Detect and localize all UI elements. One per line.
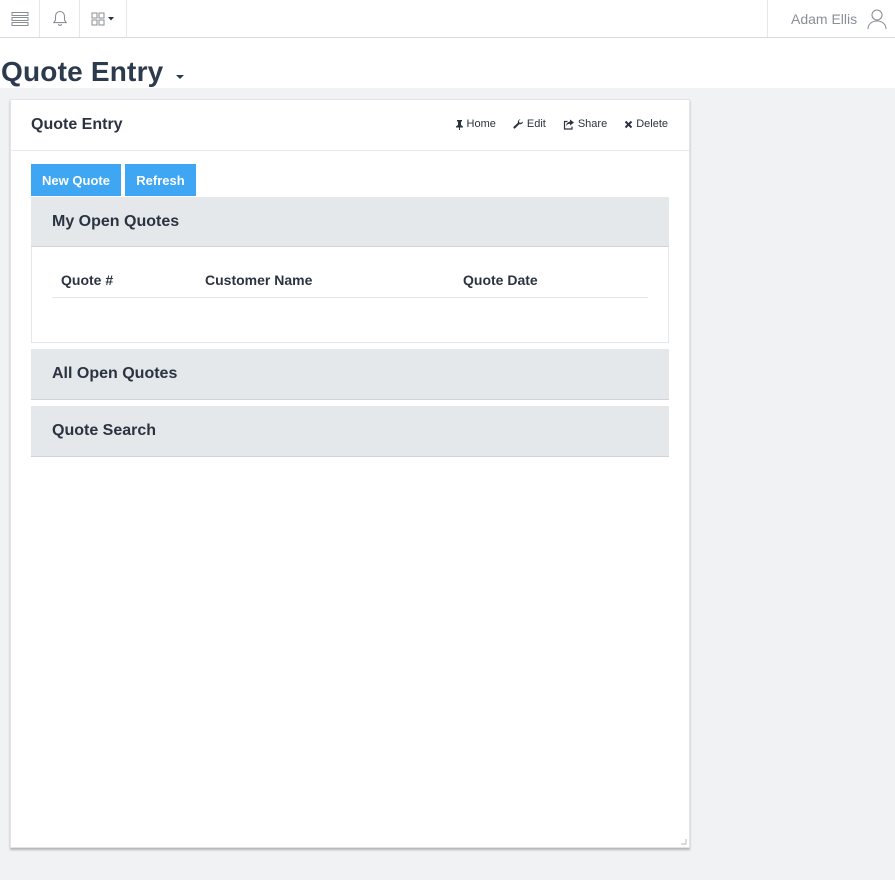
- quotes-table-header: Quote # Customer Name Quote Date: [52, 247, 648, 298]
- user-menu[interactable]: Adam Ellis: [767, 0, 895, 37]
- edit-action-label: Edit: [526, 118, 546, 130]
- column-customer-name[interactable]: Customer Name: [205, 272, 312, 288]
- page-title: Quote Entry: [1, 56, 164, 87]
- user-icon: [867, 8, 887, 29]
- apps-menu-button[interactable]: [80, 0, 127, 37]
- user-name: Adam Ellis: [791, 10, 858, 27]
- notifications-button[interactable]: [40, 0, 80, 37]
- pin-icon: [455, 119, 463, 130]
- delete-action[interactable]: Delete: [624, 118, 668, 130]
- my-open-quotes-header[interactable]: My Open Quotes: [31, 197, 669, 247]
- new-quote-button[interactable]: New Quote: [31, 164, 121, 196]
- my-open-quotes-body: Quote # Customer Name Quote Date: [31, 247, 669, 343]
- top-bar: Adam Ellis: [0, 0, 895, 38]
- all-open-quotes-title: All Open Quotes: [52, 365, 178, 382]
- caret-down-icon[interactable]: [175, 72, 185, 80]
- resize-grip-icon[interactable]: [680, 838, 687, 845]
- all-open-quotes-header[interactable]: All Open Quotes: [31, 349, 669, 400]
- quote-search-title: Quote Search: [52, 422, 157, 439]
- edit-action[interactable]: Edit: [513, 118, 546, 130]
- column-quote-number[interactable]: Quote #: [61, 272, 113, 288]
- share-action-label: Share: [577, 118, 608, 130]
- wrench-icon: [513, 118, 523, 129]
- delete-action-label: Delete: [636, 118, 668, 130]
- quote-entry-panel: Quote Entry Home Edit Share Delete New Q…: [10, 99, 690, 848]
- share-action[interactable]: Share: [563, 118, 607, 130]
- menu-button[interactable]: [0, 0, 40, 37]
- share-icon: [563, 119, 574, 130]
- menu-lines-icon: [11, 11, 28, 26]
- home-action-label: Home: [466, 118, 496, 130]
- refresh-button[interactable]: Refresh: [125, 164, 196, 196]
- my-open-quotes-title: My Open Quotes: [52, 213, 180, 230]
- column-quote-date[interactable]: Quote Date: [463, 272, 538, 288]
- quote-search-header[interactable]: Quote Search: [31, 406, 669, 457]
- panel-header: Quote Entry Home Edit Share Delete: [11, 100, 689, 151]
- apps-grid-icon: [91, 12, 114, 25]
- home-action[interactable]: Home: [455, 118, 496, 130]
- close-icon: [624, 120, 633, 128]
- panel-actions: Home Edit Share Delete: [455, 118, 668, 130]
- panel-title: Quote Entry: [31, 116, 123, 133]
- bell-icon: [52, 10, 67, 26]
